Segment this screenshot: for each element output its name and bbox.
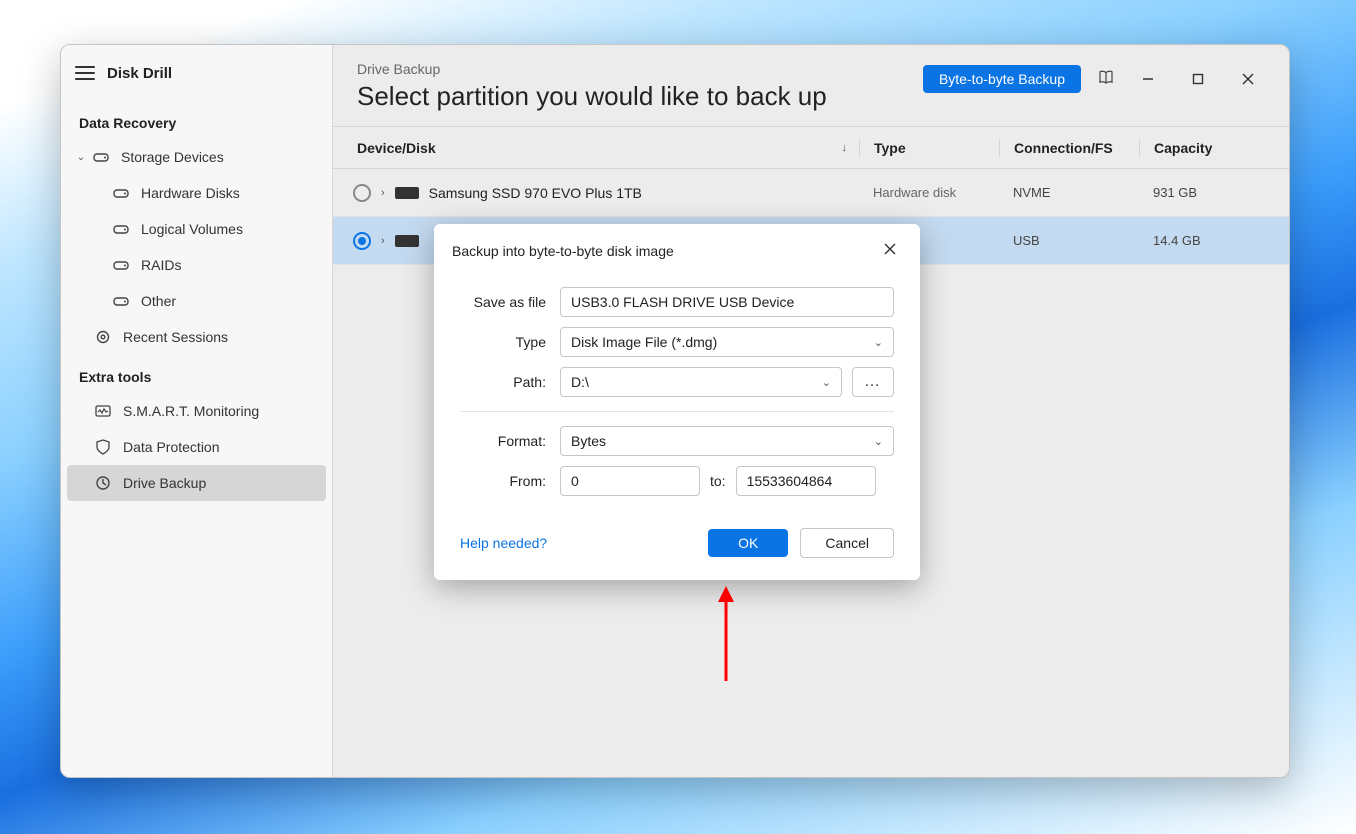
col-header-type[interactable]: Type [859,140,999,156]
maximize-button[interactable] [1181,65,1215,93]
label-type: Type [460,334,546,350]
sidebar-item-recent-sessions[interactable]: Recent Sessions [61,319,332,355]
radio-unselected-icon[interactable] [353,184,371,202]
sort-arrow-icon: ↓ [842,142,848,154]
main-header: Drive Backup Select partition you would … [333,45,1289,127]
radio-selected-icon[interactable] [353,232,371,250]
drive-icon [111,259,131,271]
table-header: Device/Disk ↓ Type Connection/FS Capacit… [333,127,1289,169]
type-select[interactable]: Disk Image File (*.dmg) ⌄ [560,327,894,357]
backup-dialog: Backup into byte-to-byte disk image Save… [434,224,920,580]
book-icon[interactable] [1097,68,1115,91]
to-input[interactable] [736,466,876,496]
page-title: Select partition you would like to back … [357,81,923,112]
sidebar-item-label: Drive Backup [123,475,206,491]
sidebar-item-label: Data Protection [123,439,220,455]
sidebar-item-label: Logical Volumes [141,221,243,237]
col-header-device[interactable]: Device/Disk ↓ [333,140,859,156]
sidebar-item-label: RAIDs [141,257,181,273]
sidebar-item-label: Hardware Disks [141,185,240,201]
label-to: to: [710,473,726,489]
sidebar-item-data-protection[interactable]: Data Protection [61,429,332,465]
cell-capacity: 14.4 GB [1139,233,1289,248]
device-name: Samsung SSD 970 EVO Plus 1TB [429,185,642,201]
history-icon [93,475,113,491]
cell-type: Hardware disk [859,185,999,200]
byte-to-byte-backup-button[interactable]: Byte-to-byte Backup [923,65,1081,93]
disk-icon [395,187,419,199]
hamburger-icon[interactable] [75,66,95,80]
sidebar-item-storage-devices[interactable]: ⌄ Storage Devices [61,139,332,175]
cell-connection: USB [999,233,1139,248]
select-value: Disk Image File (*.dmg) [571,334,717,350]
drive-icon [111,187,131,199]
drive-icon [91,151,111,163]
shield-icon [93,439,113,455]
dialog-close-button[interactable] [878,238,902,263]
drive-icon [111,223,131,235]
table-row[interactable]: › Samsung SSD 970 EVO Plus 1TB Hardware … [333,169,1289,217]
breadcrumb: Drive Backup [357,61,923,77]
col-header-capacity[interactable]: Capacity [1139,140,1289,156]
chevron-down-icon: ⌄ [874,435,883,448]
section-header-data-recovery: Data Recovery [61,101,332,139]
path-select[interactable]: D:\ ⌄ [560,367,842,397]
minimize-button[interactable] [1131,65,1165,93]
section-header-extra-tools: Extra tools [61,355,332,393]
sidebar-item-raids[interactable]: RAIDs [61,247,332,283]
format-select[interactable]: Bytes ⌄ [560,426,894,456]
select-value: Bytes [571,433,606,449]
dialog-title: Backup into byte-to-byte disk image [452,243,674,259]
gear-icon [93,329,113,345]
label-from: From: [460,473,546,489]
monitor-icon [93,405,113,417]
ok-button[interactable]: OK [708,529,788,557]
app-title: Disk Drill [107,65,172,82]
col-header-label: Device/Disk [357,140,436,156]
sidebar-item-label: Other [141,293,176,309]
sidebar-item-label: Recent Sessions [123,329,228,345]
divider [460,411,894,412]
close-button[interactable] [1231,65,1265,93]
sidebar-item-label: Storage Devices [121,149,224,165]
help-link[interactable]: Help needed? [460,535,547,551]
sidebar-item-smart[interactable]: S.M.A.R.T. Monitoring [61,393,332,429]
save-as-input[interactable] [560,287,894,317]
sidebar-header: Disk Drill [61,45,332,101]
cancel-button[interactable]: Cancel [800,528,894,558]
sidebar: Disk Drill Data Recovery ⌄ Storage Devic… [61,45,333,777]
chevron-right-icon[interactable]: › [381,235,385,247]
disk-icon [395,235,419,247]
cell-connection: NVME [999,185,1139,200]
sidebar-item-logical-volumes[interactable]: Logical Volumes [61,211,332,247]
cell-capacity: 931 GB [1139,185,1289,200]
select-value: D:\ [571,374,589,390]
chevron-down-icon: ⌄ [75,152,87,163]
sidebar-item-drive-backup[interactable]: Drive Backup [67,465,326,501]
label-path: Path: [460,374,546,390]
sidebar-item-other[interactable]: Other [61,283,332,319]
chevron-down-icon: ⌄ [874,336,883,349]
sidebar-item-hardware-disks[interactable]: Hardware Disks [61,175,332,211]
from-input[interactable] [560,466,700,496]
sidebar-item-label: S.M.A.R.T. Monitoring [123,403,259,419]
browse-button[interactable]: … [852,367,894,397]
chevron-down-icon: ⌄ [822,376,831,389]
label-save-as: Save as file [460,294,546,310]
label-format: Format: [460,433,546,449]
chevron-right-icon[interactable]: › [381,187,385,199]
drive-icon [111,295,131,307]
col-header-connection[interactable]: Connection/FS [999,140,1139,156]
